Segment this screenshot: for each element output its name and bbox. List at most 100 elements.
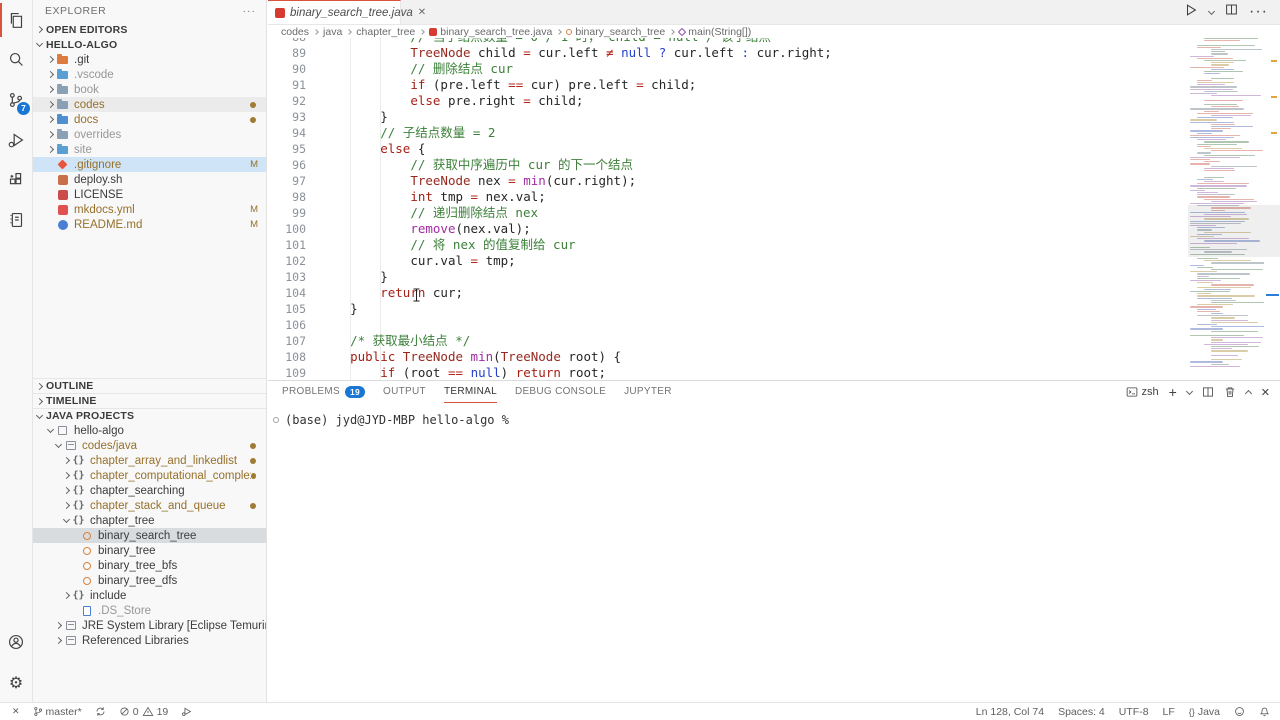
account-icon[interactable] xyxy=(0,622,32,662)
java-item-chapter_searching[interactable]: {}chapter_searching xyxy=(33,483,266,498)
minimap-line xyxy=(1197,113,1253,114)
notebook-icon[interactable] xyxy=(0,200,32,240)
java-item-include[interactable]: {}include xyxy=(33,588,266,603)
feedback-smiley-icon[interactable] xyxy=(1234,706,1245,717)
sidebar-item-site[interactable]: site xyxy=(33,142,266,157)
status-java[interactable]: {}Java xyxy=(1189,706,1220,718)
minimap-line xyxy=(1197,273,1250,274)
minimap-line xyxy=(1211,348,1232,349)
kill-terminal-trash-icon[interactable] xyxy=(1224,386,1236,398)
status-run-debug-icon[interactable] xyxy=(181,706,192,717)
sidebar-item-.git[interactable]: .git xyxy=(33,52,266,67)
panel-tab-jupyter[interactable]: JUPYTER xyxy=(624,381,672,403)
file-label: overrides xyxy=(74,129,121,141)
java-item-hello-algo[interactable]: hello-algo xyxy=(33,423,266,438)
tab-close-icon[interactable]: ✕ xyxy=(418,7,426,18)
section-outline[interactable]: OUTLINE xyxy=(33,378,266,393)
minimap-line xyxy=(1204,155,1255,156)
java-item-Referenced-Libraries[interactable]: Referenced Libraries xyxy=(33,633,266,648)
maximize-panel-chevron-icon[interactable] xyxy=(1245,390,1252,397)
java-item-codes-java[interactable]: codes/java xyxy=(33,438,266,453)
sync-changes-icon[interactable] xyxy=(95,706,106,717)
terminal-shell-button[interactable]: zsh xyxy=(1126,386,1158,398)
minimap-line xyxy=(1197,258,1218,259)
remote-indicator-icon[interactable]: ✕ xyxy=(12,706,20,717)
section-java-projects[interactable]: JAVA PROJECTS xyxy=(33,408,266,423)
breadcrumb-main-String-[interactable]: main(String[]) xyxy=(679,26,751,38)
terminal-dropdown-chevron-icon[interactable] xyxy=(1186,387,1193,394)
new-terminal-icon[interactable]: + xyxy=(1169,384,1177,400)
run-debug-icon[interactable] xyxy=(0,120,32,160)
section-open-editors[interactable]: OPEN EDITORS xyxy=(33,22,266,37)
tab-binary-search-tree[interactable]: binary_search_tree.java ✕ xyxy=(268,0,401,24)
sidebar-item-README.md[interactable]: README.mdM xyxy=(33,217,266,232)
sidebar-item-.gitignore[interactable]: .gitignoreM xyxy=(33,157,266,172)
sidebar-item-overrides[interactable]: overrides xyxy=(33,127,266,142)
minimap-line xyxy=(1197,194,1235,195)
status-ln-128-col-74[interactable]: Ln 128, Col 74 xyxy=(976,706,1044,718)
run-dropdown-chevron-icon[interactable] xyxy=(1208,7,1215,14)
sidebar-more-actions-icon[interactable]: ··· xyxy=(243,5,257,17)
java-item-chapter_computational_complexity[interactable]: {}chapter_computational_complexity xyxy=(33,468,266,483)
close-panel-icon[interactable]: ✕ xyxy=(1261,386,1270,399)
minimap-line xyxy=(1211,331,1258,332)
breadcrumb-java[interactable]: java xyxy=(323,26,342,38)
java-item-binary_tree[interactable]: binary_tree xyxy=(33,543,266,558)
minimap-line xyxy=(1190,119,1217,120)
breadcrumb-separator-icon xyxy=(557,29,563,35)
sidebar-item-LICENSE[interactable]: LICENSE xyxy=(33,187,266,202)
sidebar-title: EXPLORER xyxy=(45,5,106,17)
java-item-label: chapter_array_and_linkedlist xyxy=(90,455,237,467)
java-item-chapter_array_and_linkedlist[interactable]: {}chapter_array_and_linkedlist xyxy=(33,453,266,468)
code-line: 90 // 删除结点 cur xyxy=(268,61,1185,77)
breadcrumb-codes[interactable]: codes xyxy=(281,26,309,38)
file-tree: .git.vscodebookcodesdocs overridessite.gi… xyxy=(33,52,266,232)
code-line: 105 } xyxy=(268,301,1185,317)
search-icon[interactable] xyxy=(0,40,32,80)
sidebar-item-deploy.sh[interactable]: deploy.sh xyxy=(33,172,266,187)
java-item-chapter_tree[interactable]: {}chapter_tree xyxy=(33,513,266,528)
git-branch-item[interactable]: master* xyxy=(33,706,82,718)
panel-tab-terminal[interactable]: TERMINAL xyxy=(444,381,497,403)
section-timeline[interactable]: TIMELINE xyxy=(33,393,266,408)
sidebar-item-codes[interactable]: codes xyxy=(33,97,266,112)
notifications-bell-icon[interactable] xyxy=(1259,706,1270,717)
status-spaces-4[interactable]: Spaces: 4 xyxy=(1058,706,1105,718)
panel-tab-output[interactable]: OUTPUT xyxy=(383,381,426,403)
java-item-.DS_Store[interactable]: .DS_Store xyxy=(33,603,266,618)
code-editor[interactable]: 88 // 当子结点数量 = 0 / 1 时， child = null / 该… xyxy=(268,38,1280,380)
status-utf-8[interactable]: UTF-8 xyxy=(1119,706,1149,718)
settings-gear-icon[interactable]: ⚙ xyxy=(0,662,32,702)
java-item-binary_tree_dfs[interactable]: binary_tree_dfs xyxy=(33,573,266,588)
split-terminal-icon[interactable] xyxy=(1202,386,1214,398)
breadcrumb-binary_search_tree-java[interactable]: binary_search_tree.java xyxy=(429,26,552,38)
sidebar-item-docs[interactable]: docs xyxy=(33,112,266,127)
sidebar-item-book[interactable]: book xyxy=(33,82,266,97)
java-item-chapter_stack_and_queue[interactable]: {}chapter_stack_and_queue xyxy=(33,498,266,513)
minimap-line xyxy=(1211,364,1229,365)
panel-tab-debug-console[interactable]: DEBUG CONSOLE xyxy=(515,381,606,403)
status-label: Java xyxy=(1198,706,1220,718)
chevron-right-icon xyxy=(46,71,53,78)
source-control-icon[interactable]: 7 xyxy=(0,80,32,120)
section-root-folder[interactable]: HELLO-ALGO xyxy=(33,37,266,52)
minimap-line xyxy=(1197,278,1240,279)
java-item-JRE-System-Library-Eclipse-Temurin-17-17...[interactable]: JRE System Library [Eclipse Temurin 17 [… xyxy=(33,618,266,633)
java-item-binary_tree_bfs[interactable]: binary_tree_bfs xyxy=(33,558,266,573)
sidebar-item-.vscode[interactable]: .vscode xyxy=(33,67,266,82)
java-item-binary_search_tree[interactable]: binary_search_tree xyxy=(33,528,266,543)
split-editor-icon[interactable] xyxy=(1225,3,1238,21)
panel-tab-problems[interactable]: PROBLEMS19 xyxy=(282,381,365,403)
explorer-icon[interactable] xyxy=(0,0,32,40)
folder-icon xyxy=(56,101,69,109)
status-lf[interactable]: LF xyxy=(1163,706,1175,718)
terminal-content[interactable]: (base) jyd@JYD-MBP hello-algo % xyxy=(268,403,1280,427)
more-actions-icon[interactable]: ··· xyxy=(1249,3,1268,21)
sidebar-item-mkdocs.yml[interactable]: mkdocs.ymlM xyxy=(33,202,266,217)
breadcrumb-binary_search_tree[interactable]: binary_search_tree xyxy=(566,26,665,38)
problems-status-item[interactable]: 0 19 xyxy=(119,706,169,718)
braces-icon: {} xyxy=(72,500,85,511)
breadcrumb-chapter_tree[interactable]: chapter_tree xyxy=(356,26,415,38)
run-button[interactable] xyxy=(1184,3,1198,22)
extensions-icon[interactable] xyxy=(0,160,32,200)
